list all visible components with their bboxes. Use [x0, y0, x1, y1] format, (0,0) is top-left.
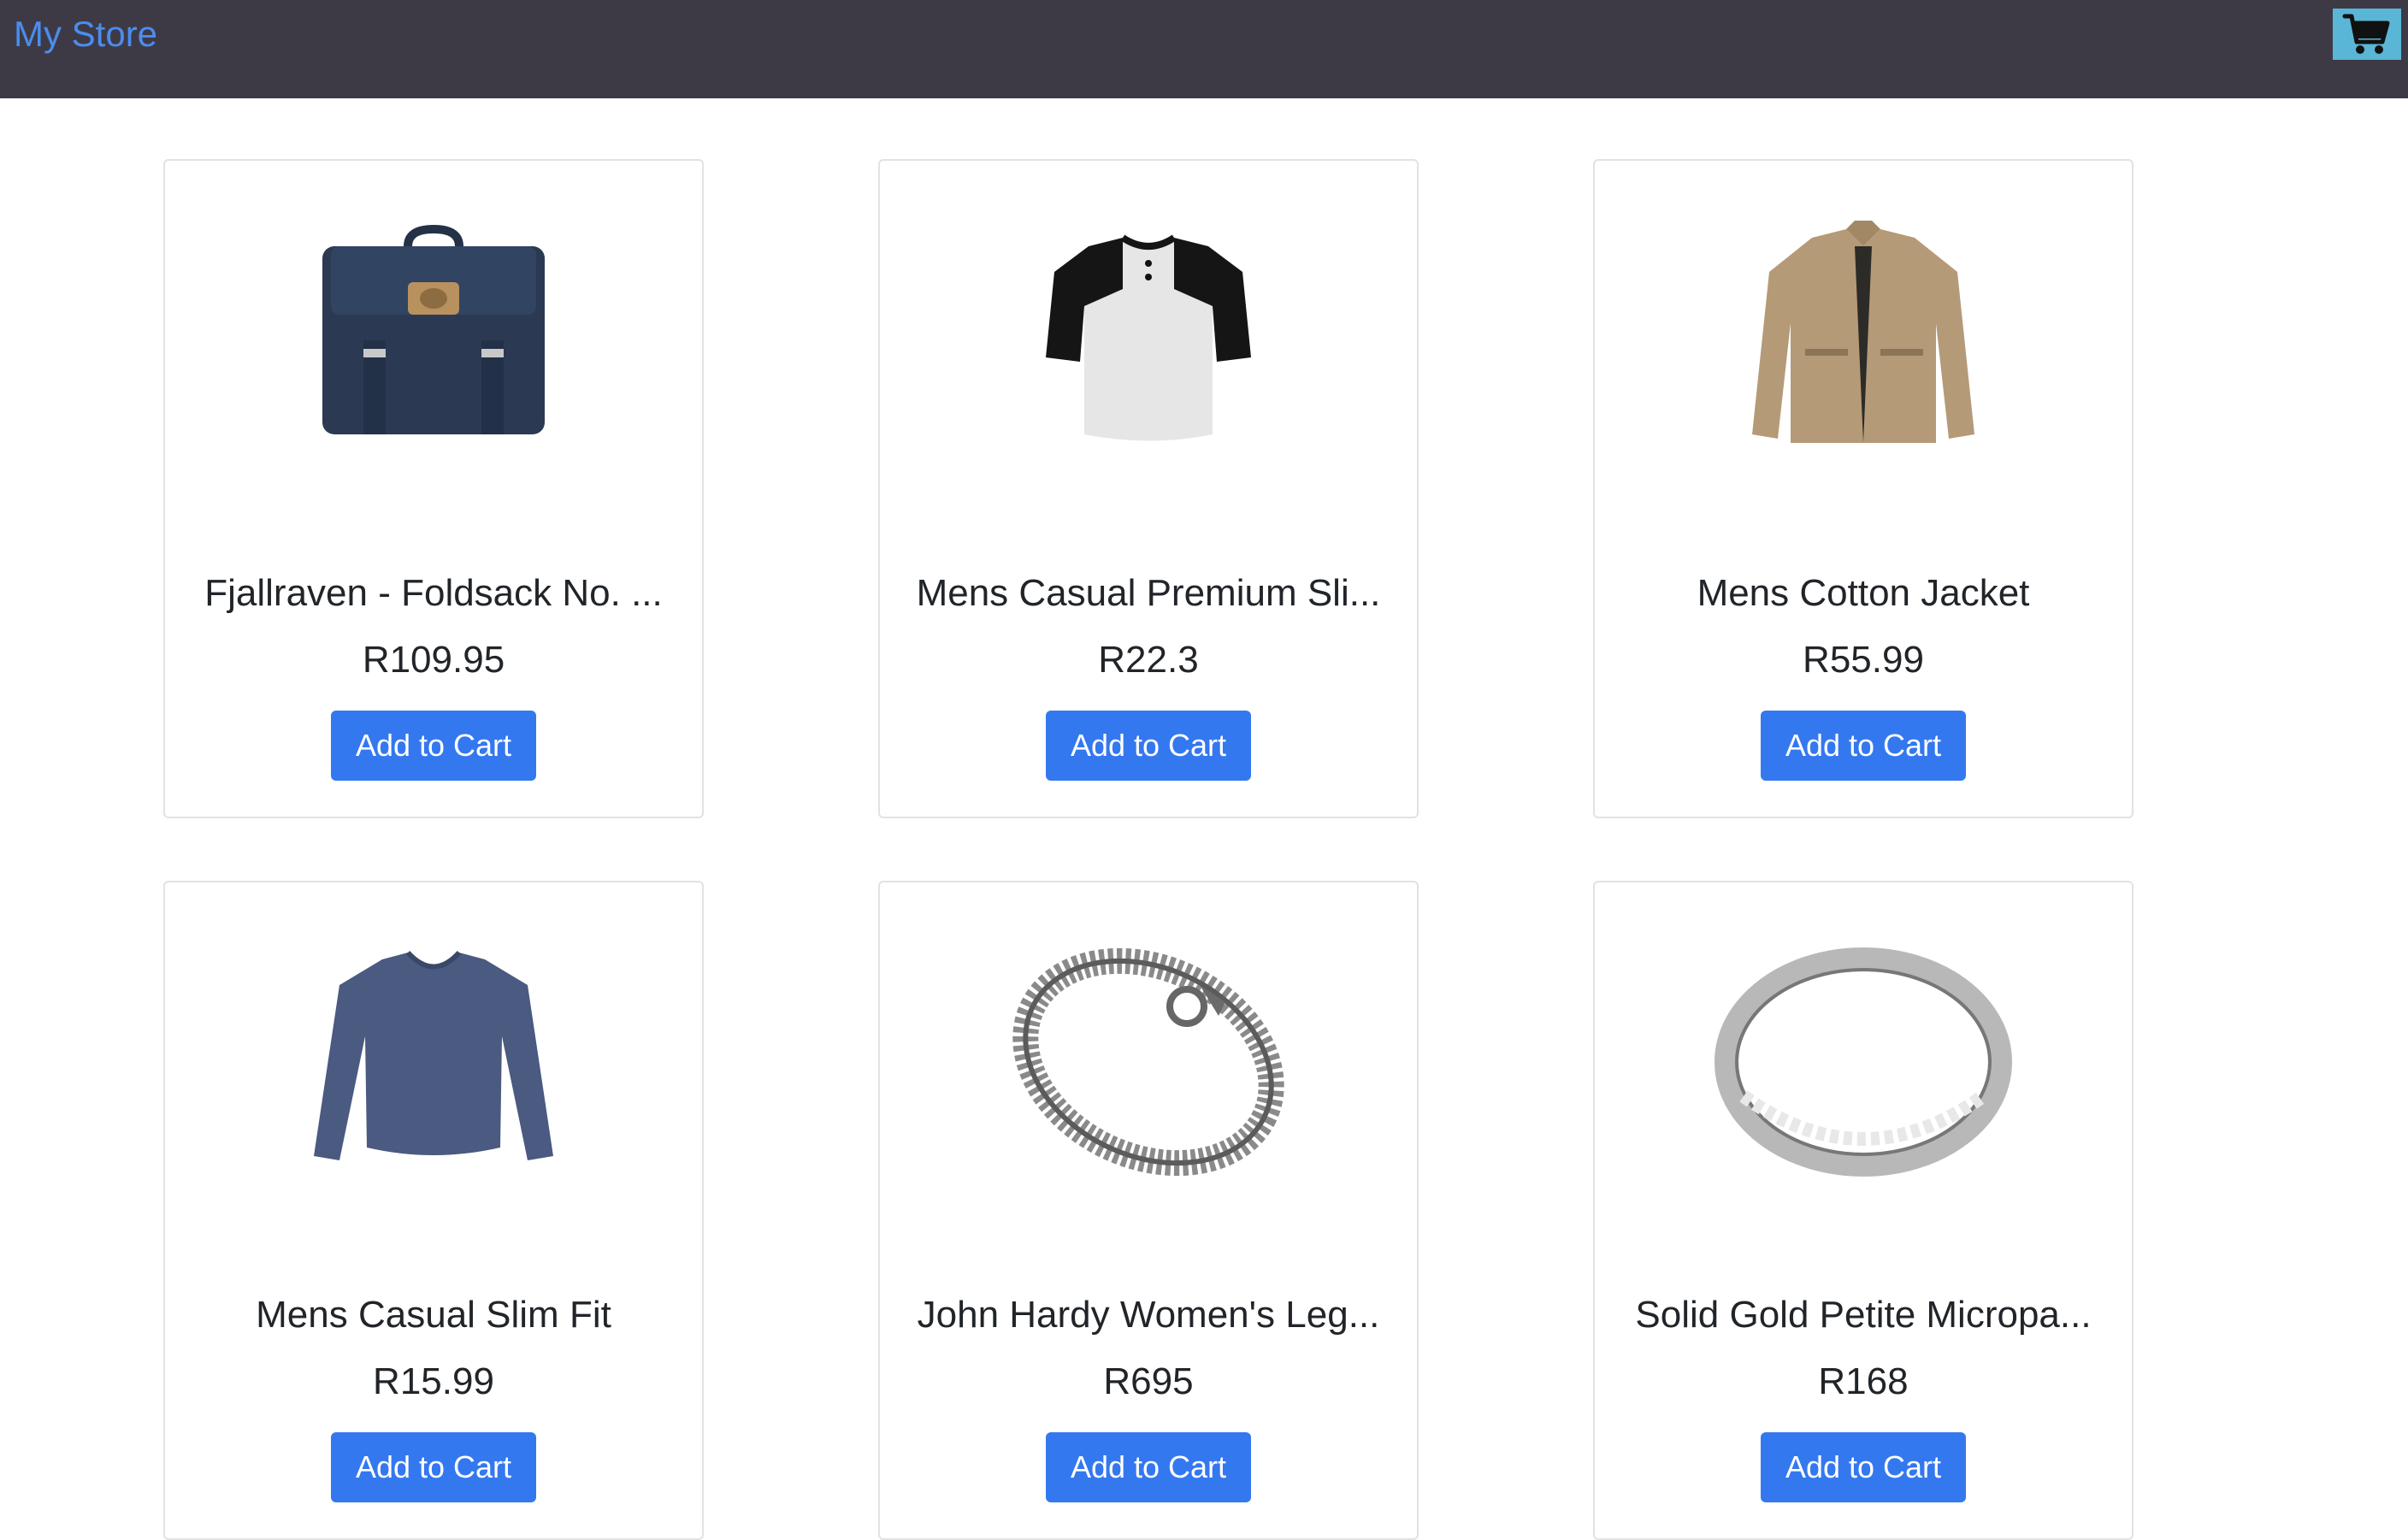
store-brand-link[interactable]: My Store [14, 10, 157, 58]
add-to-cart-button[interactable]: Add to Cart [1046, 1432, 1251, 1502]
product-title: Mens Cotton Jacket [1697, 572, 2030, 614]
product-title: John Hardy Women's Leg... [917, 1294, 1380, 1336]
bracelet-icon [1012, 947, 1284, 1177]
product-price: R168 [1818, 1360, 1909, 1402]
long-sleeve-shirt-icon [314, 950, 553, 1160]
backpack-icon [322, 224, 545, 434]
jacket-icon [1752, 221, 1974, 443]
product-price: R109.95 [362, 639, 505, 681]
product-title: Fjallraven - Foldsack No. ... [204, 572, 663, 614]
product-card: Solid Gold Petite Micropa... R168 Add to… [1593, 881, 2134, 1540]
product-image[interactable] [1595, 934, 2132, 1190]
product-image[interactable] [165, 934, 702, 1190]
product-card: Fjallraven - Foldsack No. ... R109.95 Ad… [163, 159, 704, 818]
product-title: Mens Casual Slim Fit [256, 1294, 611, 1336]
tshirt-icon [1046, 234, 1251, 441]
product-image[interactable] [880, 934, 1417, 1190]
product-card: Mens Cotton Jacket R55.99 Add to Cart [1593, 159, 2134, 818]
add-to-cart-button[interactable]: Add to Cart [331, 711, 536, 781]
product-image[interactable] [880, 212, 1417, 469]
product-title: Mens Casual Premium Sli... [916, 572, 1381, 614]
product-card: John Hardy Women's Leg... R695 Add to Ca… [878, 881, 1419, 1540]
add-to-cart-button[interactable]: Add to Cart [1046, 711, 1251, 781]
product-card: Mens Casual Premium Sli... R22.3 Add to … [878, 159, 1419, 818]
ring-icon [1715, 947, 2012, 1177]
add-to-cart-button[interactable]: Add to Cart [1761, 1432, 1966, 1502]
shopping-cart-icon [2342, 14, 2390, 54]
product-image[interactable] [165, 212, 702, 469]
navbar: My Store [0, 0, 2408, 98]
product-price: R55.99 [1803, 639, 1924, 681]
product-price: R15.99 [373, 1360, 494, 1402]
product-image[interactable] [1595, 212, 2132, 469]
product-title: Solid Gold Petite Micropa... [1635, 1294, 2092, 1336]
product-price: R22.3 [1098, 639, 1199, 681]
cart-button[interactable] [2333, 9, 2401, 60]
add-to-cart-button[interactable]: Add to Cart [331, 1432, 536, 1502]
product-card: Mens Casual Slim Fit R15.99 Add to Cart [163, 881, 704, 1540]
product-price: R695 [1103, 1360, 1194, 1402]
add-to-cart-button[interactable]: Add to Cart [1761, 711, 1966, 781]
